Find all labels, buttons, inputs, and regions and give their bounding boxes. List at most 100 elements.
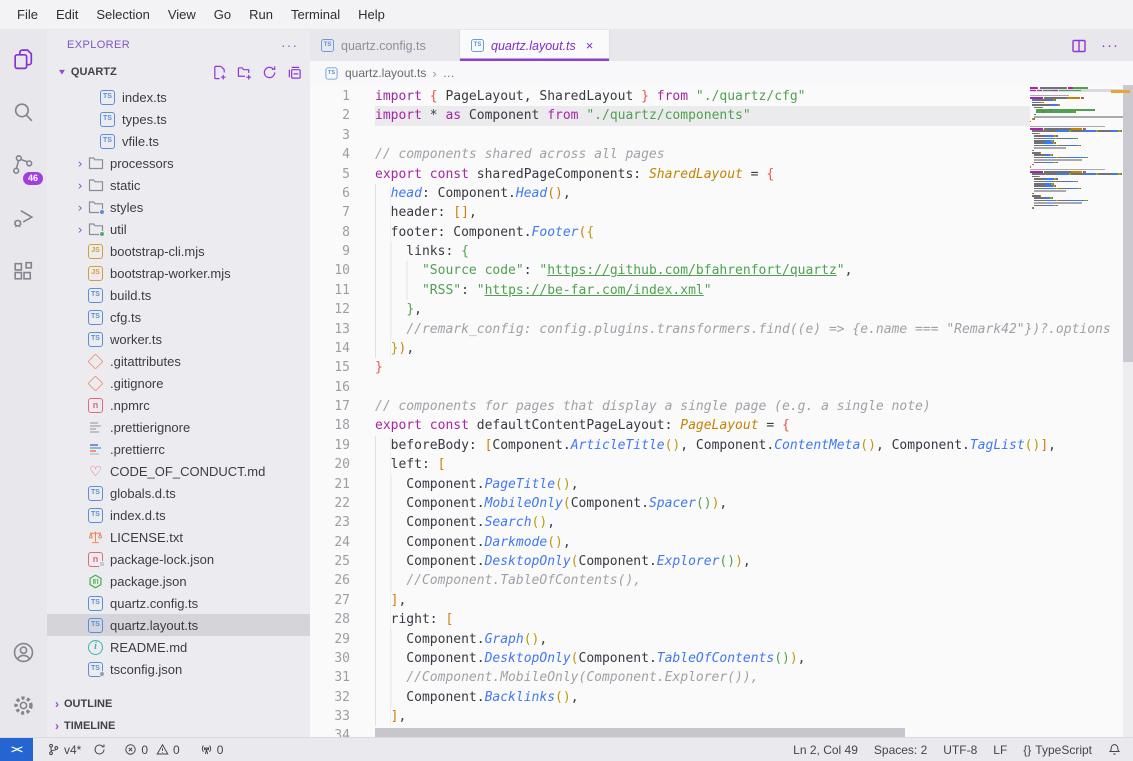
notifications-bell-icon[interactable]: [1100, 738, 1133, 761]
git-branch-item[interactable]: v4*: [41, 738, 87, 761]
code-line-10[interactable]: 10 "Source code": "https://github.com/bf…: [310, 261, 1123, 280]
new-file-icon[interactable]: [212, 65, 227, 80]
tree-item-.prettierrc[interactable]: .prettierrc: [47, 438, 310, 460]
code-line-15[interactable]: 15}: [310, 358, 1123, 377]
ports-item[interactable]: 0: [194, 738, 230, 761]
tree-item-build.ts[interactable]: TSbuild.ts: [47, 284, 310, 306]
menu-edit[interactable]: Edit: [47, 0, 87, 30]
tree-item-LICENSE.txt[interactable]: LICENSE.txt: [47, 526, 310, 548]
code-line-1[interactable]: 1import { PageLayout, SharedLayout } fro…: [310, 87, 1123, 106]
explorer-icon[interactable]: [0, 36, 47, 83]
code-line-5[interactable]: 5export const sharedPageComponents: Shar…: [310, 165, 1123, 184]
code-line-8[interactable]: 8 footer: Component.Footer({: [310, 223, 1123, 242]
tree-item-globals.d.ts[interactable]: TSglobals.d.ts: [47, 482, 310, 504]
code-line-6[interactable]: 6 head: Component.Head(),: [310, 184, 1123, 203]
code-line-2[interactable]: 2import * as Component from "./quartz/co…: [310, 106, 1123, 125]
refresh-icon[interactable]: [262, 65, 277, 80]
tree-item-bootstrap-cli.mjs[interactable]: JSbootstrap-cli.mjs: [47, 240, 310, 262]
collapse-all-icon[interactable]: [287, 65, 302, 80]
tree-item-util[interactable]: ›util: [47, 218, 310, 240]
tree-item-index.ts[interactable]: TSindex.ts: [47, 86, 310, 108]
code-line-11[interactable]: 11 "RSS": "https://be-far.com/index.xml": [310, 281, 1123, 300]
menu-terminal[interactable]: Terminal: [282, 0, 349, 30]
code-line-26[interactable]: 26 //Component.TableOfContents(),: [310, 571, 1123, 590]
tree-item-cfg.ts[interactable]: TScfg.ts: [47, 306, 310, 328]
encoding-setting[interactable]: UTF-8: [935, 738, 985, 761]
tree-item-static[interactable]: ›static: [47, 174, 310, 196]
code-line-31[interactable]: 31 //Component.MobileOnly(Component.Expl…: [310, 668, 1123, 687]
code-line-21[interactable]: 21 Component.PageTitle(),: [310, 475, 1123, 494]
tree-item-.prettierignore[interactable]: .prettierignore: [47, 416, 310, 438]
cursor-position[interactable]: Ln 2, Col 49: [785, 738, 866, 761]
tab-quartz.layout.ts[interactable]: TSquartz.layout.ts×: [460, 30, 610, 61]
more-actions-icon[interactable]: ···: [1101, 37, 1119, 54]
code-line-12[interactable]: 12 },: [310, 300, 1123, 319]
horizontal-scrollbar[interactable]: [375, 728, 905, 737]
tree-item-types.ts[interactable]: TStypes.ts: [47, 108, 310, 130]
tree-item-.gitattributes[interactable]: .gitattributes: [47, 350, 310, 372]
code-line-4[interactable]: 4// components shared across all pages: [310, 145, 1123, 164]
problems-item[interactable]: 0 0: [118, 738, 185, 761]
vertical-scrollbar[interactable]: [1123, 85, 1133, 362]
settings-gear-icon[interactable]: [0, 682, 47, 729]
code-line-9[interactable]: 9 links: {: [310, 242, 1123, 261]
timeline-section[interactable]: › TIMELINE: [47, 715, 310, 737]
tree-item-processors[interactable]: ›processors: [47, 152, 310, 174]
explorer-more-icon[interactable]: ···: [281, 37, 298, 53]
tree-item-.npmrc[interactable]: n.npmrc: [47, 394, 310, 416]
code-line-28[interactable]: 28 right: [: [310, 610, 1123, 629]
menu-view[interactable]: View: [159, 0, 205, 30]
code-line-29[interactable]: 29 Component.Graph(),: [310, 630, 1123, 649]
source-control-icon[interactable]: 46: [0, 142, 47, 189]
tree-item-quartz.config.ts[interactable]: TSquartz.config.ts: [47, 592, 310, 614]
code-line-32[interactable]: 32 Component.Backlinks(),: [310, 688, 1123, 707]
minimap[interactable]: [1030, 87, 1123, 209]
folder-section-header[interactable]: ▼ QUARTZ: [47, 60, 310, 84]
account-icon[interactable]: [0, 629, 47, 676]
menu-go[interactable]: Go: [205, 0, 240, 30]
close-icon[interactable]: ×: [586, 38, 594, 53]
menu-run[interactable]: Run: [240, 0, 282, 30]
code-line-23[interactable]: 23 Component.Search(),: [310, 513, 1123, 532]
code-line-27[interactable]: 27 ],: [310, 591, 1123, 610]
code-line-7[interactable]: 7 header: [],: [310, 203, 1123, 222]
search-icon[interactable]: [0, 89, 47, 136]
code-line-20[interactable]: 20 left: [: [310, 455, 1123, 474]
eol-setting[interactable]: LF: [985, 738, 1015, 761]
code-line-14[interactable]: 14 }),: [310, 339, 1123, 358]
tree-item-bootstrap-worker.mjs[interactable]: JSbootstrap-worker.mjs: [47, 262, 310, 284]
code-line-17[interactable]: 17// components for pages that display a…: [310, 397, 1123, 416]
code-line-13[interactable]: 13 //remark_config: config.plugins.trans…: [310, 320, 1123, 339]
tab-quartz.config.ts[interactable]: TSquartz.config.ts: [310, 30, 460, 61]
breadcrumb[interactable]: TS quartz.layout.ts › …: [310, 61, 1133, 85]
code-line-33[interactable]: 33 ],: [310, 707, 1123, 726]
tree-item-vfile.ts[interactable]: TSvfile.ts: [47, 130, 310, 152]
outline-section[interactable]: › OUTLINE: [47, 693, 310, 715]
code-line-19[interactable]: 19 beforeBody: [Component.ArticleTitle()…: [310, 436, 1123, 455]
new-folder-icon[interactable]: [237, 65, 252, 80]
code-line-30[interactable]: 30 Component.DesktopOnly(Component.Table…: [310, 649, 1123, 668]
tree-item-tsconfig.json[interactable]: TStsconfig.json: [47, 658, 310, 680]
code-line-3[interactable]: 3: [310, 126, 1123, 145]
code-line-24[interactable]: 24 Component.Darkmode(),: [310, 533, 1123, 552]
extensions-icon[interactable]: [0, 248, 47, 295]
code-line-25[interactable]: 25 Component.DesktopOnly(Component.Explo…: [310, 552, 1123, 571]
language-mode[interactable]: {}TypeScript: [1015, 738, 1100, 761]
tree-item-styles[interactable]: ›styles: [47, 196, 310, 218]
tree-item-package-lock.json[interactable]: npackage-lock.json: [47, 548, 310, 570]
tree-item-CODE_OF_CONDUCT.md[interactable]: ♡CODE_OF_CONDUCT.md: [47, 460, 310, 482]
remote-indicator[interactable]: ><: [0, 738, 33, 761]
tree-item-.gitignore[interactable]: .gitignore: [47, 372, 310, 394]
split-editor-icon[interactable]: [1071, 38, 1087, 54]
tree-item-quartz.layout.ts[interactable]: TSquartz.layout.ts: [47, 614, 310, 636]
run-debug-icon[interactable]: [0, 195, 47, 242]
code-editor[interactable]: 1import { PageLayout, SharedLayout } fro…: [310, 85, 1133, 737]
code-line-18[interactable]: 18export const defaultContentPageLayout:…: [310, 416, 1123, 435]
tree-item-index.d.ts[interactable]: TSindex.d.ts: [47, 504, 310, 526]
menu-selection[interactable]: Selection: [87, 0, 158, 30]
tree-item-package.json[interactable]: package.json: [47, 570, 310, 592]
menu-help[interactable]: Help: [349, 0, 394, 30]
sync-changes-button[interactable]: [87, 738, 112, 761]
tree-item-worker.ts[interactable]: TSworker.ts: [47, 328, 310, 350]
tree-item-README.md[interactable]: iREADME.md: [47, 636, 310, 658]
